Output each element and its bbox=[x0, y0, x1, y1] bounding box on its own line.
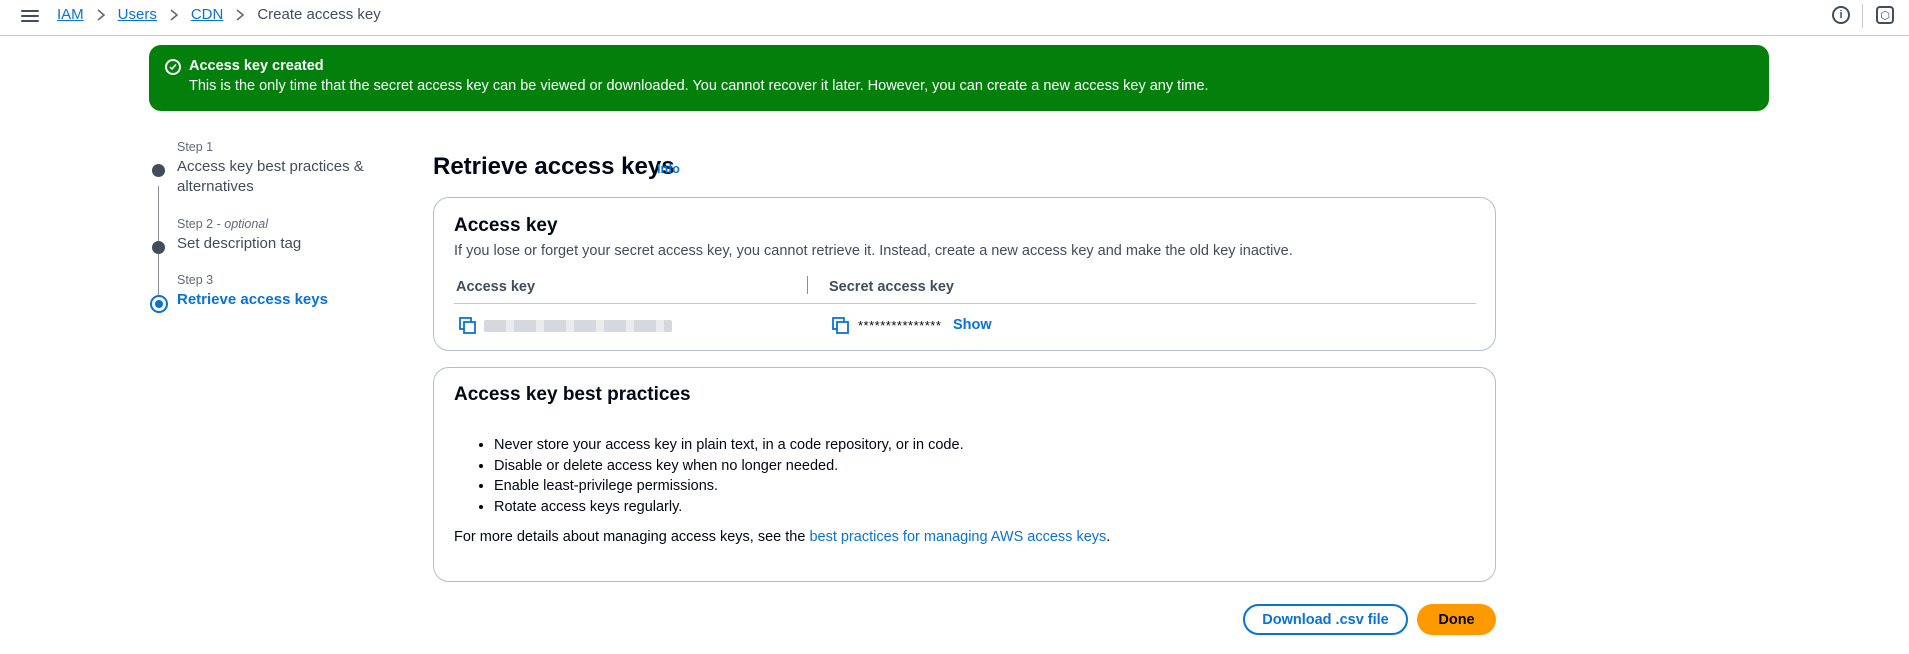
list-item: Enable least-privilege permissions. bbox=[494, 476, 964, 497]
best-practices-footer: For more details about managing access k… bbox=[454, 529, 1111, 545]
column-header-access-key: Access key bbox=[456, 279, 536, 295]
card-title: Access key bbox=[454, 215, 558, 236]
step-title: Access key best practices & alternatives bbox=[177, 158, 364, 195]
step-title: Set description tag bbox=[177, 235, 302, 252]
chevron-right-icon bbox=[236, 8, 245, 21]
copy-icon[interactable] bbox=[832, 317, 850, 335]
menu-icon[interactable] bbox=[21, 7, 39, 25]
divider bbox=[1862, 4, 1863, 28]
info-link[interactable]: Info bbox=[657, 162, 680, 176]
column-header-secret-key: Secret access key bbox=[829, 279, 954, 295]
copy-icon[interactable] bbox=[459, 317, 477, 335]
step-1[interactable]: Step 1 Access key best practices & alter… bbox=[149, 140, 389, 217]
best-practices-link[interactable]: best practices for managing AWS access k… bbox=[809, 529, 1106, 545]
show-secret-link[interactable]: Show bbox=[953, 317, 992, 333]
best-practices-list: Never store your access key in plain tex… bbox=[494, 435, 964, 517]
page-title: Retrieve access keys bbox=[433, 153, 675, 180]
step-dot-active bbox=[150, 295, 168, 313]
wizard-steps: Step 1 Access key best practices & alter… bbox=[149, 140, 389, 313]
done-button[interactable]: Done bbox=[1417, 604, 1496, 635]
chevron-right-icon bbox=[170, 8, 179, 21]
top-navigation-bar: IAM Users CDN Create access key i ⬡ bbox=[0, 0, 1909, 36]
download-csv-button[interactable]: Download .csv file bbox=[1243, 604, 1408, 635]
success-banner: Access key created This is the only time… bbox=[149, 45, 1769, 111]
step-dot bbox=[152, 241, 165, 254]
breadcrumb-cdn[interactable]: CDN bbox=[191, 6, 224, 23]
chevron-right-icon bbox=[97, 8, 105, 21]
access-key-value-redacted bbox=[484, 320, 672, 332]
breadcrumb-users[interactable]: Users bbox=[118, 6, 157, 23]
list-item: Never store your access key in plain tex… bbox=[494, 435, 964, 456]
banner-text: This is the only time that the secret ac… bbox=[189, 78, 1209, 94]
breadcrumb-iam[interactable]: IAM bbox=[57, 6, 84, 23]
step-dot bbox=[152, 164, 165, 177]
optional-label: optional bbox=[224, 217, 269, 231]
breadcrumb-current: Create access key bbox=[257, 6, 381, 23]
list-item: Rotate access keys regularly. bbox=[494, 497, 964, 518]
step-label: Step 1 bbox=[177, 140, 214, 154]
settings-icon[interactable]: ⬡ bbox=[1876, 6, 1894, 24]
best-practices-card: Access key best practices Never store yo… bbox=[433, 367, 1496, 582]
secret-key-masked: *************** bbox=[858, 318, 942, 333]
step-3: Step 3 Retrieve access keys bbox=[149, 273, 389, 313]
step-label: Step 3 bbox=[177, 273, 214, 287]
access-key-card: Access key If you lose or forget your se… bbox=[433, 197, 1496, 351]
list-item: Disable or delete access key when no lon… bbox=[494, 456, 964, 477]
check-circle-icon bbox=[165, 59, 181, 75]
card-description: If you lose or forget your secret access… bbox=[454, 243, 1293, 259]
card-title: Access key best practices bbox=[454, 384, 691, 405]
step-label: Step 2 - optional bbox=[177, 217, 269, 231]
step-2[interactable]: Step 2 - optional Set description tag bbox=[149, 217, 389, 273]
step-title: Retrieve access keys bbox=[177, 291, 328, 308]
banner-title: Access key created bbox=[189, 58, 324, 74]
column-divider bbox=[807, 276, 808, 294]
table-divider bbox=[454, 303, 1476, 304]
info-icon[interactable]: i bbox=[1832, 6, 1850, 24]
breadcrumb: IAM Users CDN Create access key bbox=[57, 6, 381, 23]
